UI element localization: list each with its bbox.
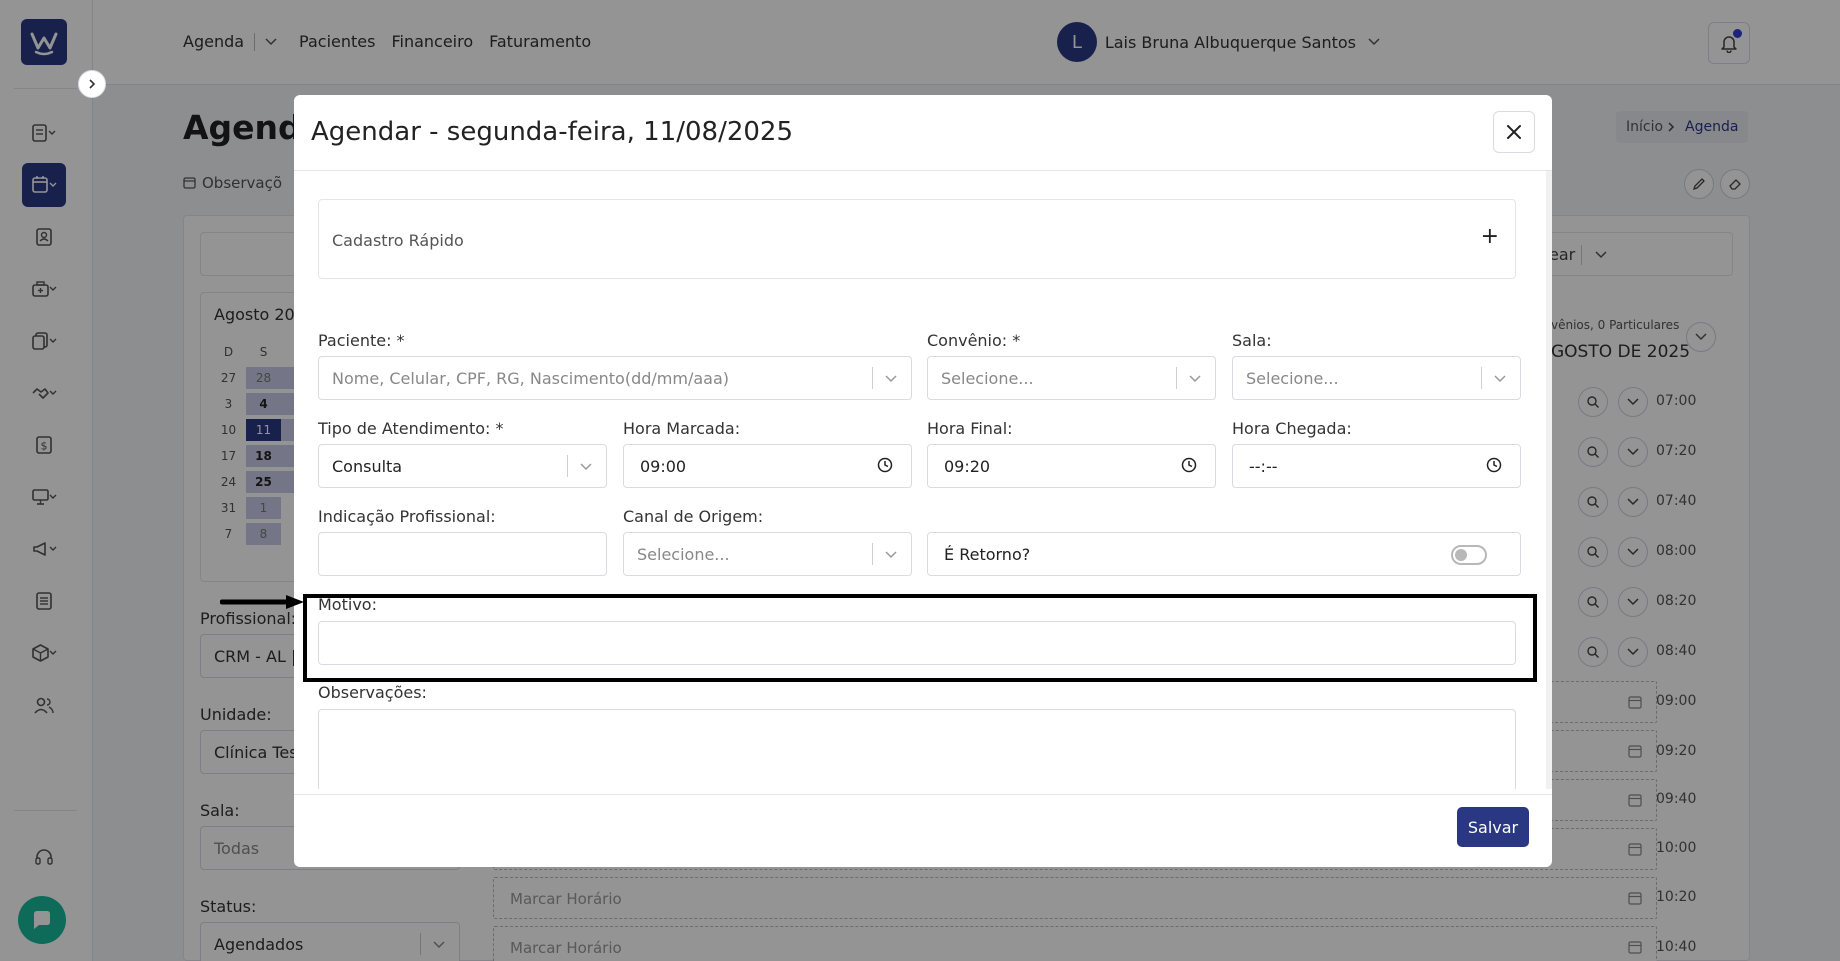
chevron-down-icon (885, 375, 897, 383)
indicacao-label: Indicação Profissional: (318, 507, 496, 526)
clock-icon[interactable] (1181, 457, 1197, 473)
chevron-down-icon (1494, 375, 1506, 383)
chevron-right-icon (89, 79, 96, 89)
tipo-atendimento-select[interactable]: Consulta (318, 444, 607, 488)
modal-body: Cadastro Rápido + Paciente: * Nome, Celu… (294, 171, 1552, 789)
canal-origem-label: Canal de Origem: (623, 507, 764, 526)
paciente-label: Paciente: * (318, 331, 405, 350)
indicacao-input[interactable] (318, 532, 607, 576)
select-separator (872, 543, 873, 565)
observacoes-textarea[interactable] (318, 709, 1516, 789)
hora-marcada-value: 09:00 (640, 457, 687, 476)
hora-final-value: 09:20 (944, 457, 991, 476)
paciente-placeholder: Nome, Celular, CPF, RG, Nascimento(dd/mm… (332, 369, 729, 388)
paciente-select[interactable]: Nome, Celular, CPF, RG, Nascimento(dd/mm… (318, 356, 912, 400)
close-icon (1507, 125, 1521, 139)
canal-origem-placeholder: Selecione... (637, 545, 730, 564)
annotation-arrow-icon (220, 595, 304, 609)
save-button[interactable]: Salvar (1457, 807, 1529, 847)
close-button[interactable] (1493, 111, 1535, 153)
annotation-highlight (303, 594, 1537, 682)
retorno-label: É Retorno? (944, 545, 1031, 564)
modal-header: Agendar - segunda-feira, 11/08/2025 (294, 95, 1552, 171)
hora-chegada-value: --:-- (1249, 457, 1278, 476)
clock-icon[interactable] (877, 457, 893, 473)
tipo-atendimento-label: Tipo de Atendimento: * (318, 419, 504, 438)
chevron-down-icon (580, 463, 592, 471)
toggle-knob (1455, 549, 1467, 561)
retorno-toggle[interactable] (1451, 545, 1487, 565)
observacoes-label: Observações: (318, 683, 427, 702)
sidebar-collapse-button[interactable] (78, 70, 106, 98)
sala-label: Sala: (1232, 331, 1272, 350)
modal-title: Agendar - segunda-feira, 11/08/2025 (311, 117, 794, 147)
hora-final-input[interactable]: 09:20 (927, 444, 1216, 488)
select-separator (1481, 367, 1482, 389)
select-separator (872, 367, 873, 389)
chevron-down-icon (1189, 375, 1201, 383)
tipo-atendimento-value: Consulta (332, 457, 403, 476)
quick-register-card[interactable]: Cadastro Rápido + (318, 199, 1516, 279)
hora-marcada-label: Hora Marcada: (623, 419, 741, 438)
hora-chegada-label: Hora Chegada: (1232, 419, 1352, 438)
select-separator (567, 455, 568, 477)
chevron-down-icon (885, 551, 897, 559)
modal-footer: Salvar (294, 794, 1552, 867)
hora-final-label: Hora Final: (927, 419, 1013, 438)
sala-placeholder: Selecione... (1246, 369, 1339, 388)
quick-register-label: Cadastro Rápido (332, 231, 464, 250)
retorno-field: É Retorno? (927, 532, 1521, 576)
hora-chegada-input[interactable]: --:-- (1232, 444, 1521, 488)
plus-icon: + (1480, 224, 1499, 249)
hora-marcada-input[interactable]: 09:00 (623, 444, 912, 488)
modal-scrollbar[interactable] (1546, 171, 1552, 789)
convenio-placeholder: Selecione... (941, 369, 1034, 388)
canal-origem-select[interactable]: Selecione... (623, 532, 912, 576)
convenio-label: Convênio: * (927, 331, 1021, 350)
sala-select[interactable]: Selecione... (1232, 356, 1521, 400)
clock-icon[interactable] (1486, 457, 1502, 473)
select-separator (1176, 367, 1177, 389)
convenio-select[interactable]: Selecione... (927, 356, 1216, 400)
schedule-modal: Agendar - segunda-feira, 11/08/2025 Cada… (294, 95, 1552, 867)
